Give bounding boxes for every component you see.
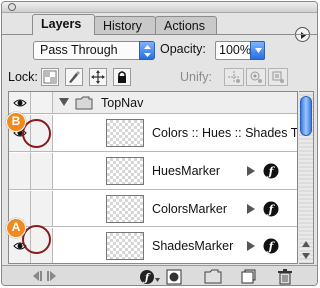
- triangle-right-icon[interactable]: [247, 204, 255, 214]
- layer-thumbnail: [106, 157, 144, 185]
- bottom-toolbar: ƒ: [2, 265, 317, 285]
- tab-actions[interactable]: Actions: [155, 16, 217, 35]
- lock-all-icon[interactable]: [113, 68, 131, 86]
- up-down-arrows-icon[interactable]: [139, 41, 155, 60]
- visibility-toggle[interactable]: [9, 153, 31, 189]
- lock-label: Lock:: [8, 70, 38, 84]
- layer-name: HuesMarker: [152, 164, 221, 178]
- scroll-left-right-icon[interactable]: [32, 269, 60, 283]
- highlight-ring: [22, 225, 51, 254]
- layer-name: ShadesMarker: [152, 239, 234, 253]
- layer-group-name: TopNav: [101, 96, 144, 110]
- unify-label: Unify:: [180, 70, 212, 84]
- link-toggle[interactable]: [31, 191, 53, 226]
- layer-effects-icon: ƒ: [263, 163, 279, 179]
- tab-layers[interactable]: Layers: [32, 14, 95, 35]
- layer-thumbnail: [106, 195, 144, 223]
- unify-visibility-icon[interactable]: [246, 68, 266, 86]
- layer-name: ColorsMarker: [152, 202, 228, 216]
- palette-titlebar: [2, 2, 317, 13]
- new-layer-icon[interactable]: [240, 269, 256, 285]
- close-icon[interactable]: [8, 3, 16, 11]
- layer-thumbnail: [106, 119, 144, 147]
- layer-effects-icon: ƒ: [263, 201, 279, 217]
- blend-mode-select[interactable]: Pass Through: [33, 41, 155, 60]
- layer-effects-icon: ƒ: [263, 238, 279, 254]
- chevron-down-icon[interactable]: [250, 41, 265, 60]
- lock-transparency-icon[interactable]: [41, 68, 59, 86]
- layer-row[interactable]: ShadesMarker ƒ: [9, 228, 297, 263]
- layer-name: Colors :: Hues :: Shades Text: [152, 126, 298, 140]
- eye-icon: [13, 99, 27, 107]
- scroll-thumb[interactable]: [300, 96, 312, 136]
- add-mask-icon[interactable]: [166, 269, 182, 285]
- opacity-input[interactable]: 100%: [215, 41, 265, 60]
- opacity-label: Opacity:: [160, 42, 206, 56]
- link-toggle[interactable]: [31, 153, 53, 189]
- unify-position-icon[interactable]: [224, 68, 244, 86]
- highlight-ring: [22, 119, 51, 148]
- layer-row[interactable]: ColorsMarker ƒ: [9, 191, 297, 227]
- link-toggle[interactable]: [31, 92, 53, 113]
- opacity-value: 100%: [219, 43, 251, 57]
- triangle-down-icon[interactable]: [59, 98, 69, 107]
- new-group-icon[interactable]: [204, 269, 222, 284]
- triangle-right-icon: [301, 32, 306, 39]
- layers-scrollbar[interactable]: [299, 91, 314, 264]
- add-layer-style-icon[interactable]: ƒ: [139, 269, 161, 285]
- trash-icon[interactable]: [277, 269, 293, 285]
- unify-style-icon[interactable]: [268, 68, 288, 86]
- triangle-right-icon[interactable]: [247, 166, 255, 176]
- lock-brush-icon[interactable]: [65, 68, 83, 86]
- blend-mode-value: Pass Through: [40, 43, 118, 57]
- layer-row[interactable]: HuesMarker ƒ: [9, 153, 297, 190]
- tab-history[interactable]: History: [94, 16, 156, 35]
- layers-list: TopNav Colors :: Hues :: Shades Text Hue…: [8, 91, 298, 264]
- callout-badge: A: [6, 218, 26, 238]
- tab-bar: Layers History Actions: [2, 13, 317, 42]
- folder-icon: [75, 96, 93, 110]
- lock-move-icon[interactable]: [89, 68, 107, 86]
- layer-group-row[interactable]: TopNav: [9, 92, 297, 114]
- layer-thumbnail: [106, 232, 144, 260]
- callout-badge: B: [6, 112, 26, 132]
- scroll-arrows-icon[interactable]: [300, 239, 312, 261]
- visibility-toggle[interactable]: [9, 92, 31, 113]
- layer-row[interactable]: Colors :: Hues :: Shades Text: [9, 115, 298, 152]
- triangle-right-icon[interactable]: [247, 241, 255, 251]
